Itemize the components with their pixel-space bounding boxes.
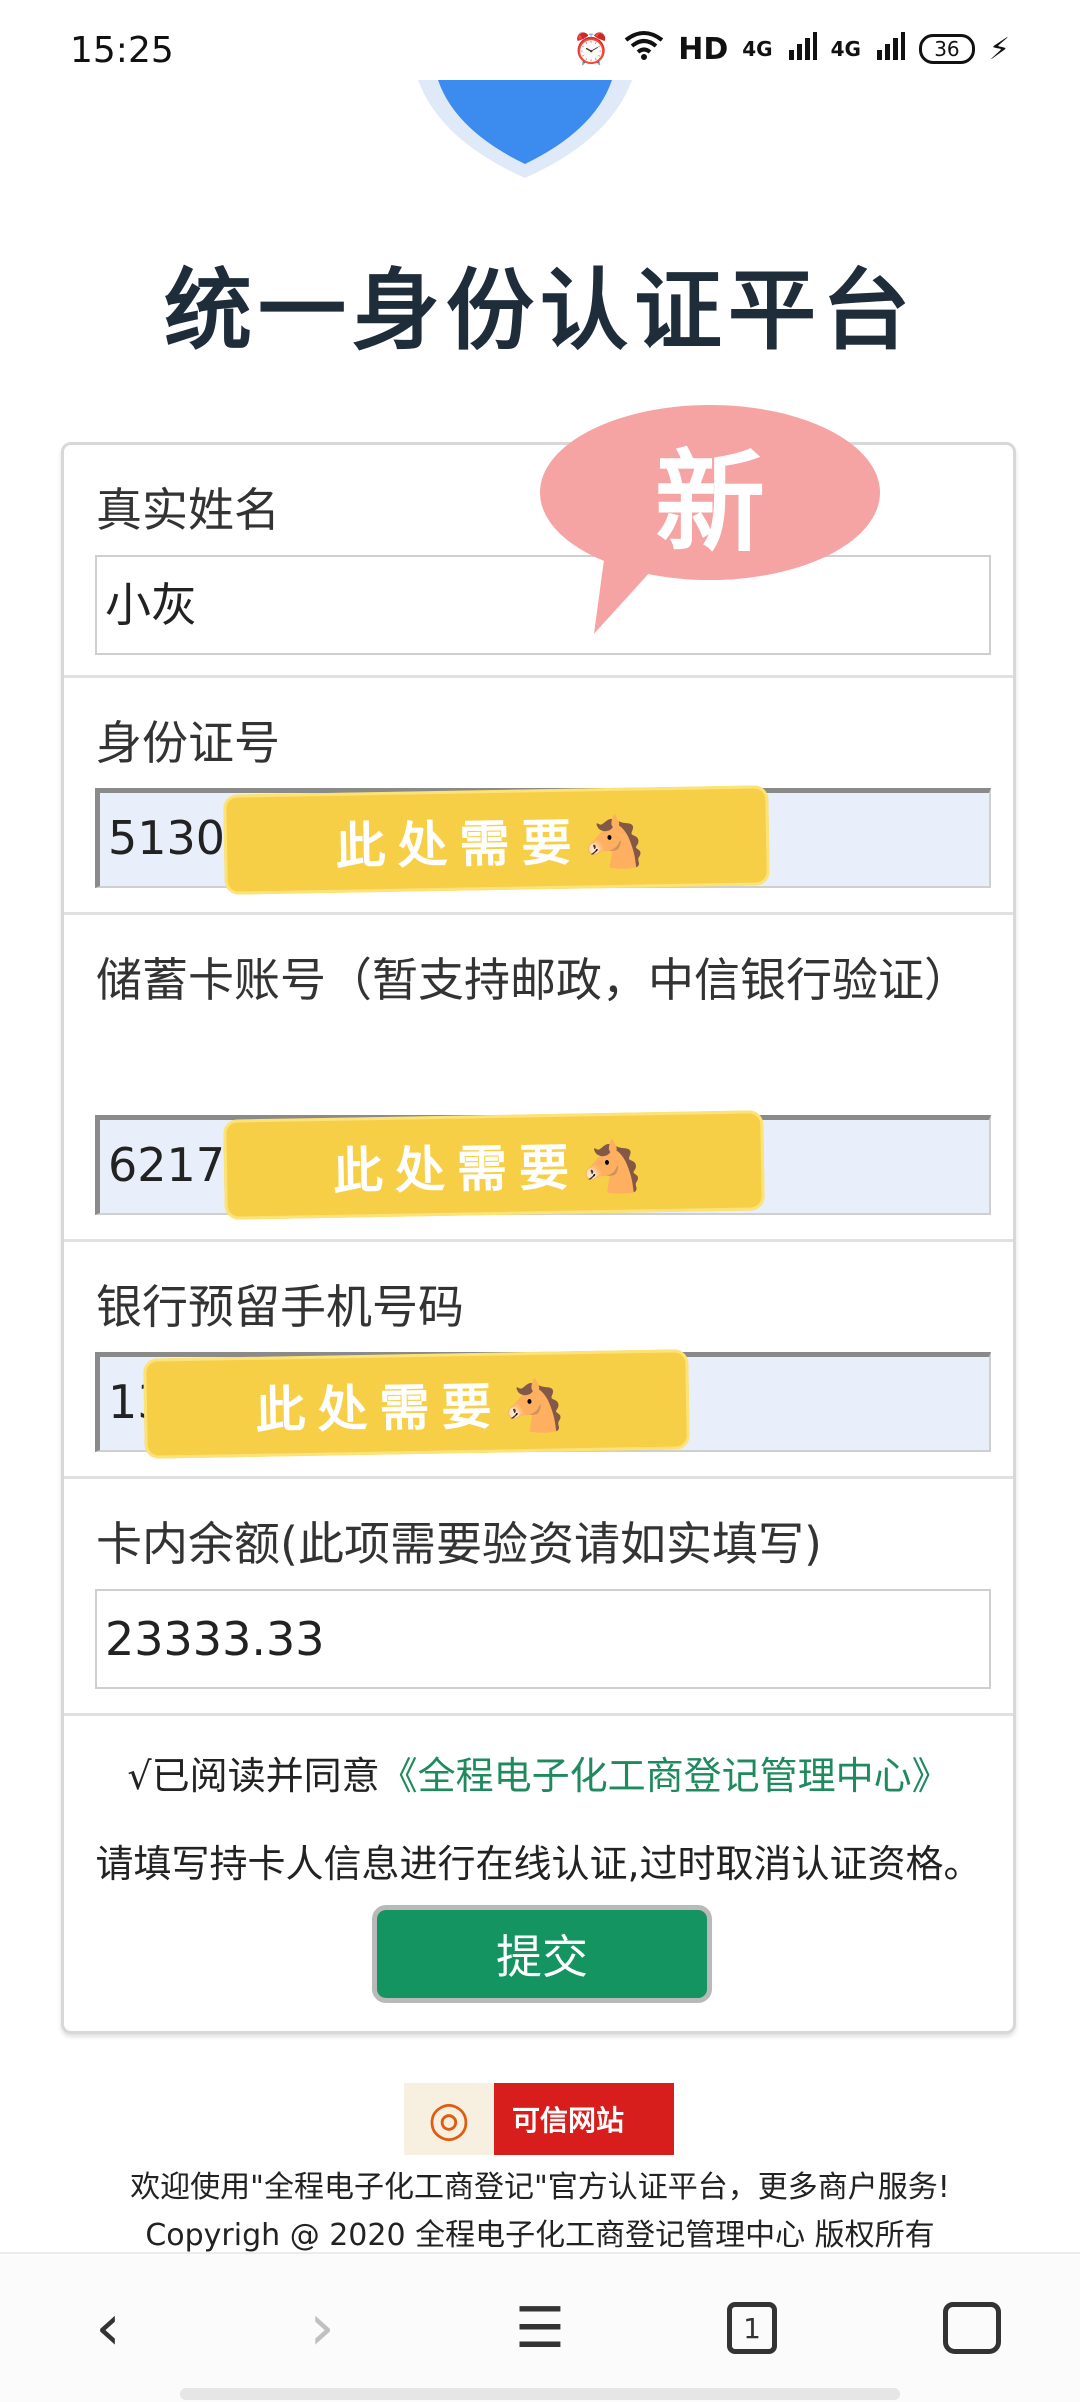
card-number-label: 储蓄卡账号（暂支持邮政，中信银行验证）: [96, 953, 970, 1007]
name-label: 真实姓名: [96, 483, 280, 537]
browser-nav-bar: ‹ › ☰ 1: [0, 2252, 1080, 2402]
page-title: 统一身份认证平台: [163, 259, 916, 362]
trust-badge-label: 可信网站: [512, 2104, 625, 2137]
agreement-text: √已阅读并同意: [127, 1754, 380, 1798]
id-number-field-group: 身份证号 51302 此处需要🐴: [64, 678, 1013, 915]
balance-label: 卡内余额(此项需要验资请如实填写): [96, 1517, 822, 1571]
notice-text: 请填写持卡人信息进行在线认证,过时取消认证资格。: [95, 1842, 982, 1886]
wifi-icon: [624, 30, 664, 68]
name-input[interactable]: 小灰: [95, 555, 991, 655]
status-time: 15:25: [70, 30, 174, 71]
agreement-row: √已阅读并同意《全程电子化工商登记管理中心》: [64, 1745, 1013, 1800]
phone-label: 银行预留手机号码: [96, 1280, 464, 1334]
status-icons: ⏰ HD 4G 4G 36 ⚡: [573, 30, 1010, 68]
balance-field-group: 卡内余额(此项需要验资请如实填写) 23333.33: [64, 1479, 1013, 1716]
footer-copyright: Copyrigh @ 2020 全程电子化工商登记管理中心 版权所有: [145, 2218, 935, 2253]
signal-icon: [875, 30, 905, 68]
charging-icon: ⚡: [988, 31, 1010, 67]
forward-button[interactable]: ›: [262, 2254, 382, 2402]
new-badge: 新: [540, 405, 880, 580]
trust-badge[interactable]: ◎ 可信网站: [404, 2083, 674, 2155]
gesture-bar: [180, 2388, 900, 2400]
phone-field-group: 银行预留手机号码 13 此处需要🐴: [64, 1242, 1013, 1479]
footer-welcome: 欢迎使用"全程电子化工商登记"官方认证平台，更多商户服务!: [130, 2170, 950, 2205]
signal-icon: [787, 30, 817, 68]
home-button[interactable]: [912, 2254, 1032, 2402]
hd-indicator: HD: [678, 31, 729, 67]
redaction-sticker: 此处需要🐴: [223, 1110, 765, 1220]
menu-button[interactable]: ☰: [480, 2254, 600, 2402]
tabs-button[interactable]: 1: [692, 2254, 812, 2402]
network-type-1: 4G: [742, 37, 773, 61]
redaction-sticker: 此处需要🐴: [223, 785, 770, 895]
home-icon: [943, 2302, 1001, 2354]
battery-icon: 36: [918, 34, 975, 64]
tabs-count: 1: [727, 2302, 777, 2354]
alarm-icon: ⏰: [572, 31, 611, 67]
redaction-sticker: 此处需要🐴: [143, 1349, 690, 1459]
card-number-field-group: 储蓄卡账号（暂支持邮政，中信银行验证） 62175 此处需要🐴: [64, 915, 1013, 1242]
network-type-2: 4G: [830, 37, 861, 61]
submit-button[interactable]: 提交: [372, 1905, 712, 2003]
balance-input[interactable]: 23333.33: [95, 1589, 991, 1689]
agreement-link[interactable]: 《全程电子化工商登记管理中心》: [380, 1754, 950, 1798]
id-number-label: 身份证号: [96, 716, 280, 770]
shield-logo-icon: [418, 80, 632, 178]
trust-emblem-icon: ◎: [404, 2083, 494, 2155]
back-button[interactable]: ‹: [48, 2254, 168, 2402]
auth-form-card: 真实姓名 小灰 身份证号 51302 此处需要🐴 储蓄卡账号（暂支持邮政，中信银…: [61, 442, 1016, 2034]
